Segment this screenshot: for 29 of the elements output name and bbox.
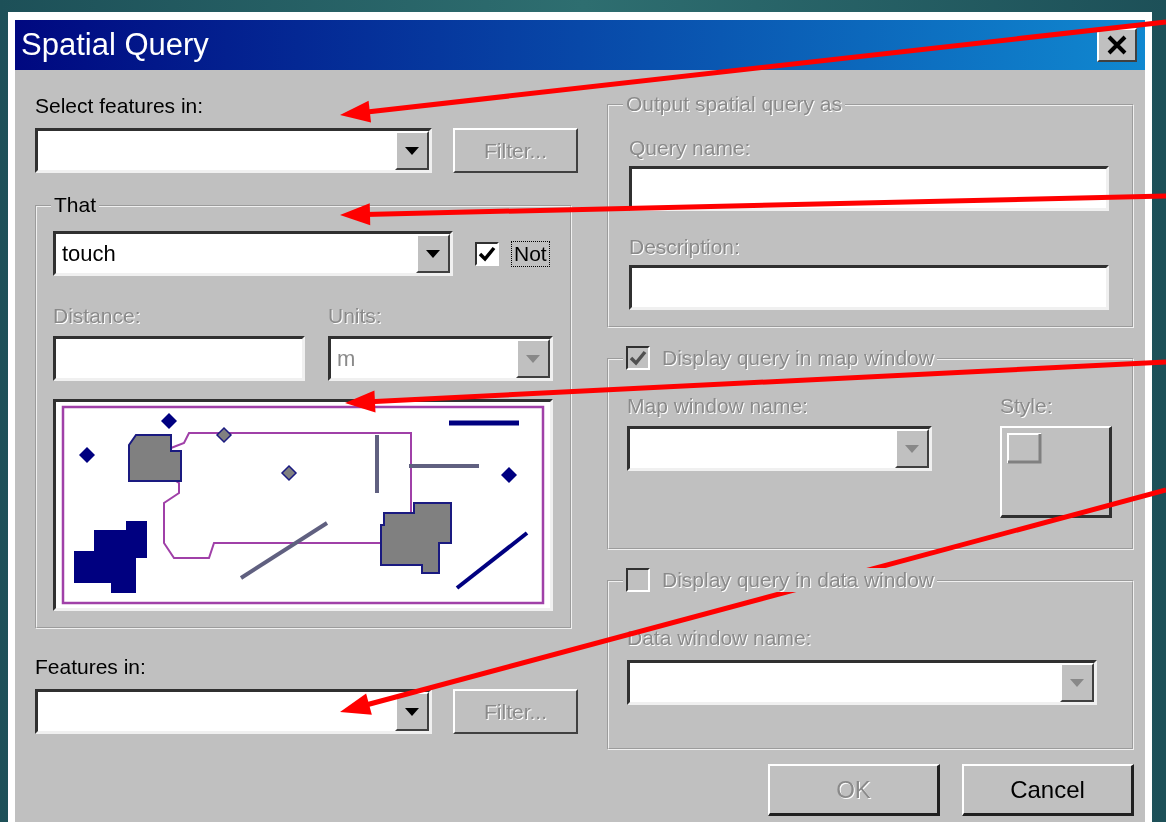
style-button[interactable]	[1000, 426, 1112, 518]
field-label: Style:	[1000, 394, 1054, 418]
checkbox-label: Display query in map window	[662, 346, 934, 370]
close-icon	[1105, 34, 1129, 56]
features-in-dropdown[interactable]	[35, 689, 432, 734]
checkbox-label: Display query in data window	[662, 568, 934, 592]
dropdown-arrow-icon	[1070, 678, 1084, 687]
field-label: Distance:	[53, 304, 142, 328]
dropdown-arrow-icon	[526, 354, 540, 363]
cancel-button[interactable]: Cancel	[962, 764, 1134, 816]
map-window-dropdown[interactable]	[627, 426, 932, 471]
relation-dropdown[interactable]: touch	[53, 231, 453, 276]
close-button[interactable]	[1097, 28, 1137, 62]
checkbox-label: Not	[511, 240, 550, 267]
field-label: Query name:	[629, 136, 752, 160]
field-label: Units:	[328, 304, 383, 328]
select-features-dropdown[interactable]	[35, 128, 432, 173]
data-window-dropdown[interactable]	[627, 660, 1097, 705]
window-title: Spatial Query	[21, 27, 209, 63]
dropdown-arrow-icon	[426, 249, 440, 258]
field-label: Description:	[629, 235, 741, 259]
dropdown-arrow-icon	[905, 444, 919, 453]
style-swatch-icon	[1006, 432, 1042, 464]
field-label: Features in:	[35, 655, 147, 679]
field-label: Select features in:	[35, 94, 205, 118]
dropdown-arrow-icon	[405, 707, 419, 716]
dropdown-arrow-icon	[405, 146, 419, 155]
distance-field[interactable]	[53, 336, 305, 381]
not-checkbox[interactable]	[475, 241, 499, 266]
